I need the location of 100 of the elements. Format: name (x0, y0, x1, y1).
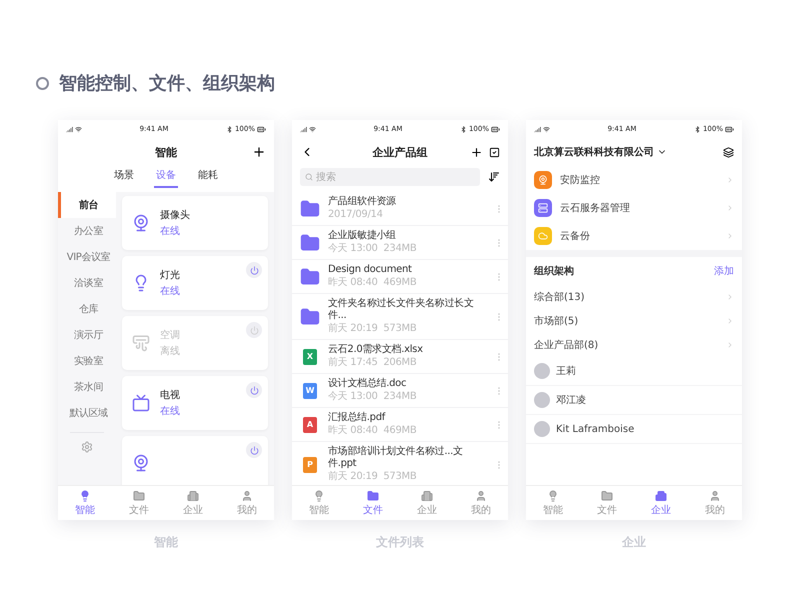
building-icon (655, 490, 667, 502)
tab[interactable]: 能耗 (196, 166, 220, 188)
power-icon (250, 266, 258, 274)
power-icon (250, 326, 258, 334)
room-item[interactable]: 洽谈室 (58, 270, 116, 296)
battery-icon (490, 124, 500, 134)
room-item[interactable]: 演示厅 (58, 322, 116, 348)
folder-icon (300, 266, 320, 286)
person-icon (241, 490, 253, 502)
room-item[interactable]: VIP会议室 (58, 244, 116, 270)
file-name: 产品组软件资源 (328, 196, 397, 208)
bluetooth-icon (694, 126, 701, 132)
avatar (534, 363, 550, 379)
folder-icon (300, 306, 320, 326)
device-card[interactable]: 灯光 在线 (122, 256, 268, 310)
power-button[interactable] (246, 262, 262, 278)
tab-bar-item[interactable]: 我的 (454, 486, 508, 520)
power-button[interactable] (246, 322, 262, 338)
wifi-icon (309, 126, 316, 132)
tab-bar-item[interactable]: 文件 (112, 486, 166, 520)
power-button[interactable] (246, 382, 262, 398)
power-button[interactable] (246, 442, 262, 458)
person-icon (475, 490, 487, 502)
app-item[interactable]: 安防监控 (526, 166, 742, 194)
plus-icon[interactable] (470, 146, 483, 158)
device-name: 灯光 (160, 268, 180, 282)
file-row[interactable]: X 云石2.0需求文档.xlsx 前天 17:45 206MB (292, 340, 508, 374)
lightbulb-icon (547, 490, 559, 502)
tab-bar-item[interactable]: 企业 (634, 486, 688, 520)
device-name: 摄像头 (160, 208, 190, 222)
member-name: 邓江凌 (556, 394, 586, 407)
device-card[interactable]: 摄像头 在线 (122, 196, 268, 250)
device-card[interactable]: 电视 在线 (122, 376, 268, 430)
tab-bar-item[interactable]: 我的 (220, 486, 274, 520)
checkbox-icon[interactable] (489, 146, 500, 158)
room-item[interactable]: 办公室 (58, 218, 116, 244)
room-item[interactable]: 前台 (58, 192, 116, 218)
plus-icon[interactable] (252, 145, 266, 159)
tab-bar-item[interactable]: 智能 (526, 486, 580, 520)
chevron-right-icon (726, 204, 734, 212)
chevron-right-icon (726, 341, 734, 349)
lightbulb-icon (313, 490, 325, 502)
folder-icon (601, 490, 613, 502)
search-field[interactable]: 搜索 (300, 168, 480, 186)
file-name: Design document (328, 264, 413, 276)
app-item[interactable]: 云石服务器管理 (526, 194, 742, 222)
tab-bar-item[interactable]: 我的 (688, 486, 742, 520)
signal-icon (534, 126, 541, 132)
file-name: 云石2.0需求文档.xlsx (328, 344, 424, 356)
screen-title: 企业产品组 (372, 144, 428, 160)
tab-bar-item[interactable]: 文件 (346, 486, 400, 520)
wifi-icon (543, 126, 550, 132)
chevron-right-icon (726, 293, 734, 301)
file-row[interactable]: Design document 昨天 08:40 469MB (292, 260, 508, 294)
tab[interactable]: 场景 (112, 166, 136, 188)
tab-bar-item[interactable]: 智能 (292, 486, 346, 520)
sort-icon[interactable] (488, 171, 500, 183)
settings-icon[interactable] (81, 441, 93, 453)
tab-bar-item[interactable]: 智能 (58, 486, 112, 520)
add-link[interactable]: 添加 (714, 264, 734, 278)
file-meta: 今天 13:00 234MB (328, 391, 418, 403)
file-row[interactable]: 文件夹名称过长文件夹名称过长文件... 前天 20:19 573MB (292, 294, 508, 340)
department-item[interactable]: 企业产品部(8) (526, 333, 742, 357)
tab-bar-item[interactable]: 企业 (166, 486, 220, 520)
file-type-icon: W (303, 382, 317, 398)
file-row[interactable]: A 汇报总结.pdf 昨天 08:40 469MB (292, 408, 508, 442)
file-row[interactable]: 企业版敏捷小组 今天 13:00 234MB (292, 226, 508, 260)
room-item[interactable]: 实验室 (58, 348, 116, 374)
file-row[interactable]: 产品组软件资源 2017/09/14 (292, 192, 508, 226)
file-meta: 昨天 08:40 469MB (328, 425, 418, 437)
bluetooth-icon (226, 126, 233, 132)
circle-icon (36, 76, 49, 90)
layers-icon[interactable] (723, 146, 734, 158)
room-item[interactable]: 默认区域 (58, 400, 116, 426)
signal-icon (66, 126, 73, 132)
file-meta: 今天 13:00 234MB (328, 243, 418, 255)
member-name: Kit Laframboise (556, 424, 634, 434)
company-selector[interactable]: 北京算云联科科技有限公司 (534, 145, 667, 159)
tab-bar-item[interactable]: 企业 (400, 486, 454, 520)
signal-icon (300, 126, 307, 132)
avatar (534, 421, 550, 437)
department-item[interactable]: 综合部(13) (526, 285, 742, 309)
search-icon (305, 173, 313, 181)
building-icon (187, 490, 199, 502)
tab[interactable]: 设备 (154, 166, 178, 188)
file-type-icon: P (303, 456, 317, 472)
tv-icon (132, 394, 150, 412)
chevron-right-icon (726, 317, 734, 325)
tab-bar-item[interactable]: 文件 (580, 486, 634, 520)
file-name: 企业版敏捷小组 (328, 230, 397, 242)
folder-icon (367, 490, 379, 502)
avatar (534, 392, 550, 408)
file-row[interactable]: W 设计文档总结.doc 今天 13:00 234MB (292, 374, 508, 408)
department-item[interactable]: 市场部(5) (526, 309, 742, 333)
room-item[interactable]: 仓库 (58, 296, 116, 322)
app-item[interactable]: 云备份 (526, 222, 742, 250)
air-conditioner-icon (132, 334, 150, 352)
folder-icon (300, 198, 320, 218)
power-icon (250, 386, 258, 394)
room-item[interactable]: 茶水间 (58, 374, 116, 400)
